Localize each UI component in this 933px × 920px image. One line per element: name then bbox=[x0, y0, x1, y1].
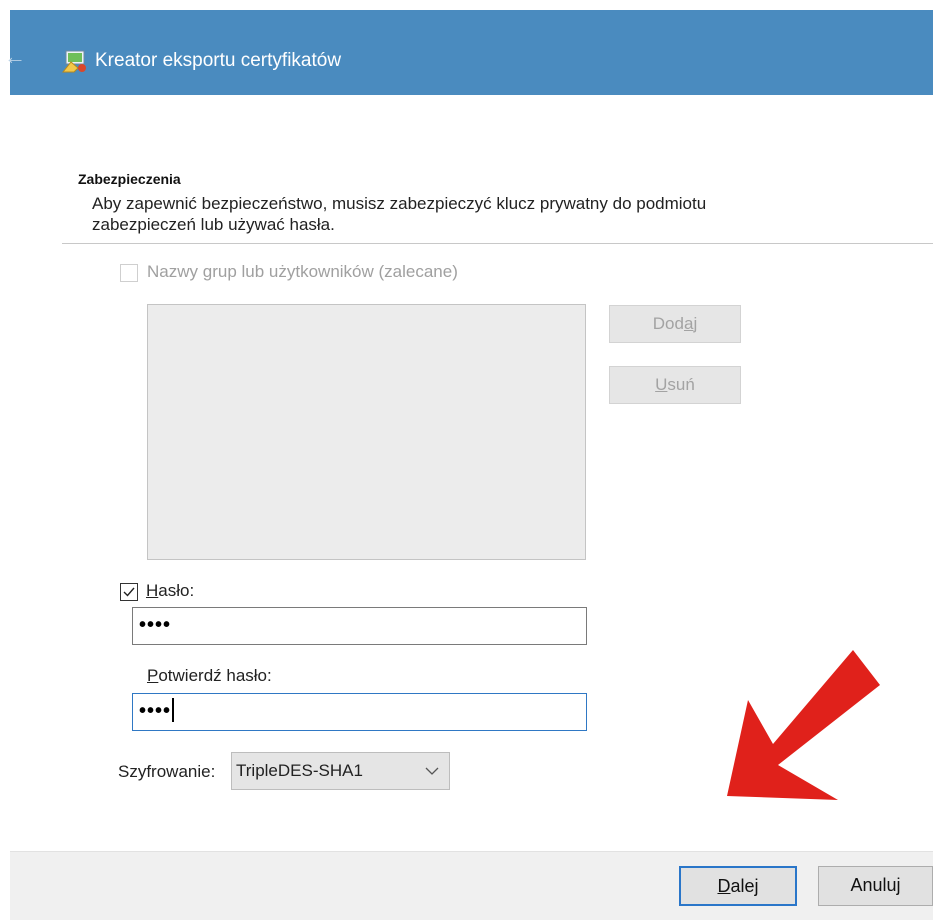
encryption-select[interactable]: TripleDES-SHA1 bbox=[231, 752, 450, 790]
encryption-selected-value: TripleDES-SHA1 bbox=[236, 761, 363, 780]
password-label: Hasło: bbox=[146, 581, 195, 600]
remove-button[interactable]: Usuń bbox=[609, 366, 741, 404]
checkmark-icon bbox=[123, 587, 135, 597]
add-button[interactable]: Dodaj bbox=[609, 305, 741, 343]
confirm-password-field[interactable]: •••• bbox=[132, 693, 587, 731]
title-bar: ← Kreator eksportu certyfikatów bbox=[4, 10, 933, 95]
groups-checkbox[interactable] bbox=[120, 264, 138, 282]
header-separator bbox=[62, 243, 933, 244]
groups-label: Nazwy grup lub użytkowników (zalecane) bbox=[147, 262, 458, 281]
back-arrow-icon[interactable]: ← bbox=[4, 46, 26, 68]
cancel-button[interactable]: Anuluj bbox=[818, 866, 933, 906]
certificate-wizard-icon bbox=[62, 50, 86, 73]
chevron-down-icon bbox=[425, 767, 439, 775]
section-description: Aby zapewnić bezpieczeństwo, musisz zabe… bbox=[92, 193, 852, 235]
red-arrow-annotation bbox=[727, 650, 880, 800]
password-checkbox[interactable] bbox=[120, 583, 138, 601]
password-value: •••• bbox=[139, 614, 172, 636]
confirm-password-label: Potwierdź hasło: bbox=[147, 666, 272, 685]
next-button[interactable]: Dalej bbox=[679, 866, 797, 906]
section-description-line-1: Aby zapewnić bezpieczeństwo, musisz zabe… bbox=[92, 194, 707, 213]
password-field[interactable]: •••• bbox=[132, 607, 587, 645]
confirm-password-value: •••• bbox=[139, 700, 172, 722]
section-description-line-2: zabezpieczeń lub używać hasła. bbox=[92, 215, 335, 234]
window-title: Kreator eksportu certyfikatów bbox=[95, 50, 342, 71]
section-heading: Zabezpieczenia bbox=[78, 171, 181, 187]
text-caret bbox=[172, 697, 175, 722]
top-strip bbox=[0, 0, 933, 10]
groups-list-box[interactable] bbox=[147, 304, 586, 560]
encryption-label: Szyfrowanie: bbox=[118, 762, 216, 781]
